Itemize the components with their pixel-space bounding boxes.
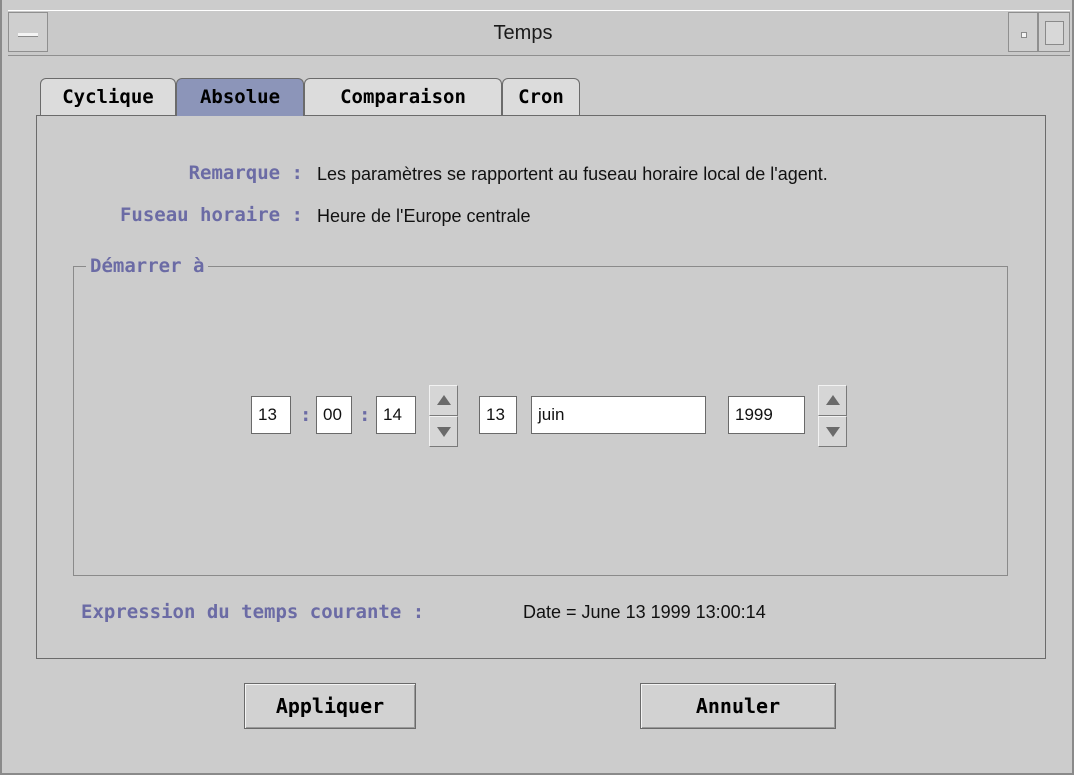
expression-label: Expression du temps courante : — [81, 601, 425, 623]
year-field[interactable]: 1999 — [728, 396, 805, 434]
window-menu-button[interactable] — [8, 12, 48, 52]
title-bar: Temps — [8, 10, 1070, 56]
start-at-title: Démarrer à — [86, 255, 209, 277]
timezone-label: Fuseau horaire : — [119, 204, 303, 226]
time-separator: : — [300, 404, 312, 426]
hour-field[interactable]: 13 — [251, 396, 291, 434]
minute-field[interactable]: 00 — [316, 396, 352, 434]
tab-panel-absolue: Remarque : Les paramètres se rapportent … — [36, 115, 1046, 659]
tab-cron[interactable]: Cron — [502, 78, 580, 116]
maximize-icon — [1045, 21, 1064, 45]
remark-label: Remarque : — [188, 162, 303, 184]
arrow-up-icon — [826, 395, 840, 405]
minimize-button[interactable] — [1008, 12, 1038, 52]
second-field[interactable]: 14 — [376, 396, 416, 434]
window-title: Temps — [493, 22, 553, 44]
date-spinner — [818, 385, 847, 447]
date-increment-button[interactable] — [818, 385, 847, 416]
expression-value: Date = June 13 1999 13:00:14 — [523, 602, 766, 622]
cancel-button[interactable]: Annuler — [640, 683, 836, 729]
apply-button[interactable]: Appliquer — [244, 683, 416, 729]
minimize-icon — [1021, 32, 1027, 38]
month-field[interactable]: juin — [531, 396, 706, 434]
time-increment-button[interactable] — [429, 385, 458, 416]
time-spinner — [429, 385, 458, 447]
window-menu-icon — [18, 33, 38, 37]
maximize-button[interactable] — [1038, 12, 1070, 52]
arrow-down-icon — [437, 427, 451, 437]
start-at-group: Démarrer à 13 : 00 : 14 13 juin 1999 — [73, 255, 1008, 576]
date-decrement-button[interactable] — [818, 416, 847, 447]
timezone-text: Heure de l'Europe centrale — [317, 206, 531, 226]
time-separator: : — [359, 404, 371, 426]
tab-comparaison[interactable]: Comparaison — [304, 78, 502, 116]
day-field[interactable]: 13 — [479, 396, 517, 434]
time-decrement-button[interactable] — [429, 416, 458, 447]
arrow-up-icon — [437, 395, 451, 405]
time-dialog: Temps Cyclique Absolue Comparaison Cron … — [0, 0, 1074, 775]
tab-absolue[interactable]: Absolue — [176, 78, 304, 116]
remark-text: Les paramètres se rapportent au fuseau h… — [317, 164, 828, 184]
tab-cyclique[interactable]: Cyclique — [40, 78, 176, 116]
arrow-down-icon — [826, 427, 840, 437]
